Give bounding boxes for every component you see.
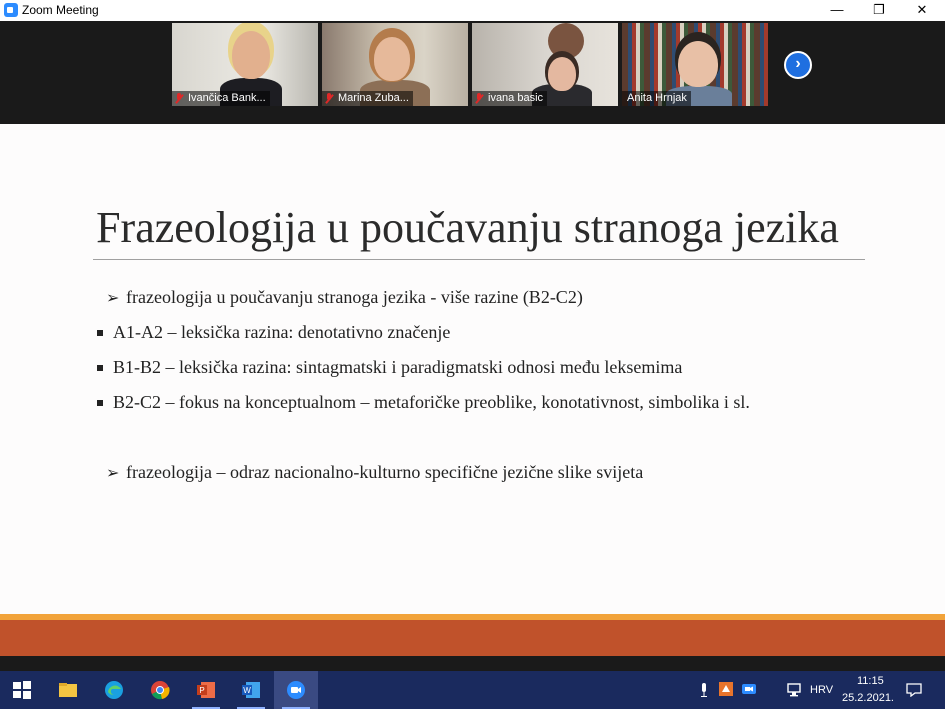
clock-time[interactable]: 11:15 [857,675,884,687]
folder-icon [59,683,77,697]
arrow-bullet-icon: ➢ [106,290,120,307]
arrow-bullet-icon: ➢ [106,465,120,482]
bullet-text: frazeologija – odraz nacionalno-kulturno… [126,462,644,482]
taskbar-edge[interactable] [92,671,136,709]
participant-tile[interactable]: Marina Zuba... [322,23,468,106]
restore-button[interactable]: ❐ [857,0,901,21]
participant-head [374,37,410,81]
taskbar-chrome[interactable] [138,671,182,709]
slide-footer-band [0,620,945,656]
slide-bullet: ➢ frazeologija u poučavanju stranoga jezi… [106,287,583,308]
bullet-text: B1-B2 – leksička razina: sintagmatski i … [113,357,683,377]
square-bullet-icon [97,329,103,336]
slide-title-divider [93,259,865,260]
svg-text:W: W [243,686,251,695]
bullet-text: B2-C2 – fokus na konceptualnom – metafor… [113,392,750,412]
taskbar-zoom[interactable] [274,671,318,709]
taskbar-word[interactable]: W [229,671,273,709]
keyboard-language[interactable]: HRV [810,684,833,696]
shared-slide: Frazeologija u poučavanju stranoga jezik… [0,124,945,614]
zoom-app-icon [4,3,18,17]
participant-name: Anita Hrnjak [627,92,687,104]
clock-date[interactable]: 25.2.2021. [842,692,894,704]
powerpoint-icon: P [197,682,215,698]
close-button[interactable]: ✕ [900,0,944,21]
bullet-text: A1-A2 – leksička razina: denotativno zna… [113,322,451,342]
svg-text:P: P [199,686,204,695]
participant-name-label: Anita Hrnjak [622,91,691,106]
chrome-icon [151,681,170,700]
square-bullet-icon [97,364,103,371]
mic-muted-icon [174,93,184,104]
edge-icon [105,681,123,699]
zoom-icon [287,681,305,699]
participant-name-label: ivana basic [472,91,548,106]
mic-muted-icon [474,93,484,104]
participant-head [548,57,576,91]
word-icon: W [242,682,260,698]
mic-muted-icon [324,93,334,104]
tray-app-icon[interactable] [719,682,733,696]
participant-name: Marina Zuba... [338,92,409,104]
taskbar-file-explorer[interactable] [46,671,90,709]
next-page-button[interactable]: › [784,51,812,79]
start-button[interactable] [0,671,44,709]
participant-name: ivana basic [488,92,544,104]
participant-video-strip: Ivančica Bank... Marina Zuba... ivana ba… [0,21,945,124]
window-titlebar: Zoom Meeting — ❐ ✕ [0,0,945,21]
participant-tile[interactable]: Ivančica Bank... [172,23,318,106]
square-bullet-icon [97,399,103,406]
meeting-bottom-gap [0,656,945,671]
participant-tile[interactable]: ivana basic [472,23,618,106]
slide-bullet: B2-C2 – fokus na konceptualnom – metafor… [97,392,750,413]
windows-logo-icon [13,681,31,699]
slide-bullet: A1-A2 – leksička razina: denotativno zna… [97,322,450,343]
taskbar-powerpoint[interactable]: P [184,671,228,709]
bullet-text: frazeologija u poučavanju stranoga jezik… [126,287,583,307]
slide-bullet: ➢ frazeologija – odraz nacionalno-kulturn… [106,462,643,483]
participant-name-label: Marina Zuba... [322,91,413,106]
windows-taskbar: P W HRV 11:15 25.2.2021. [0,671,945,709]
lamp-object [548,23,584,59]
participant-head [678,41,718,87]
microphone-icon[interactable] [699,683,709,697]
participant-name: Ivančica Bank... [188,92,266,104]
participant-head [232,31,270,79]
network-icon[interactable] [786,683,802,697]
slide-bullet: B1-B2 – leksička razina: sintagmatski i … [97,357,682,378]
notifications-icon[interactable] [906,683,922,697]
zoom-tray-icon[interactable] [742,683,756,695]
slide-title: Frazeologija u poučavanju stranoga jezik… [96,203,839,252]
participant-name-label: Ivančica Bank... [172,91,270,106]
window-title: Zoom Meeting [22,3,99,17]
minimize-button[interactable]: — [815,0,859,21]
participant-tile-active-speaker[interactable]: Anita Hrnjak [622,23,768,106]
